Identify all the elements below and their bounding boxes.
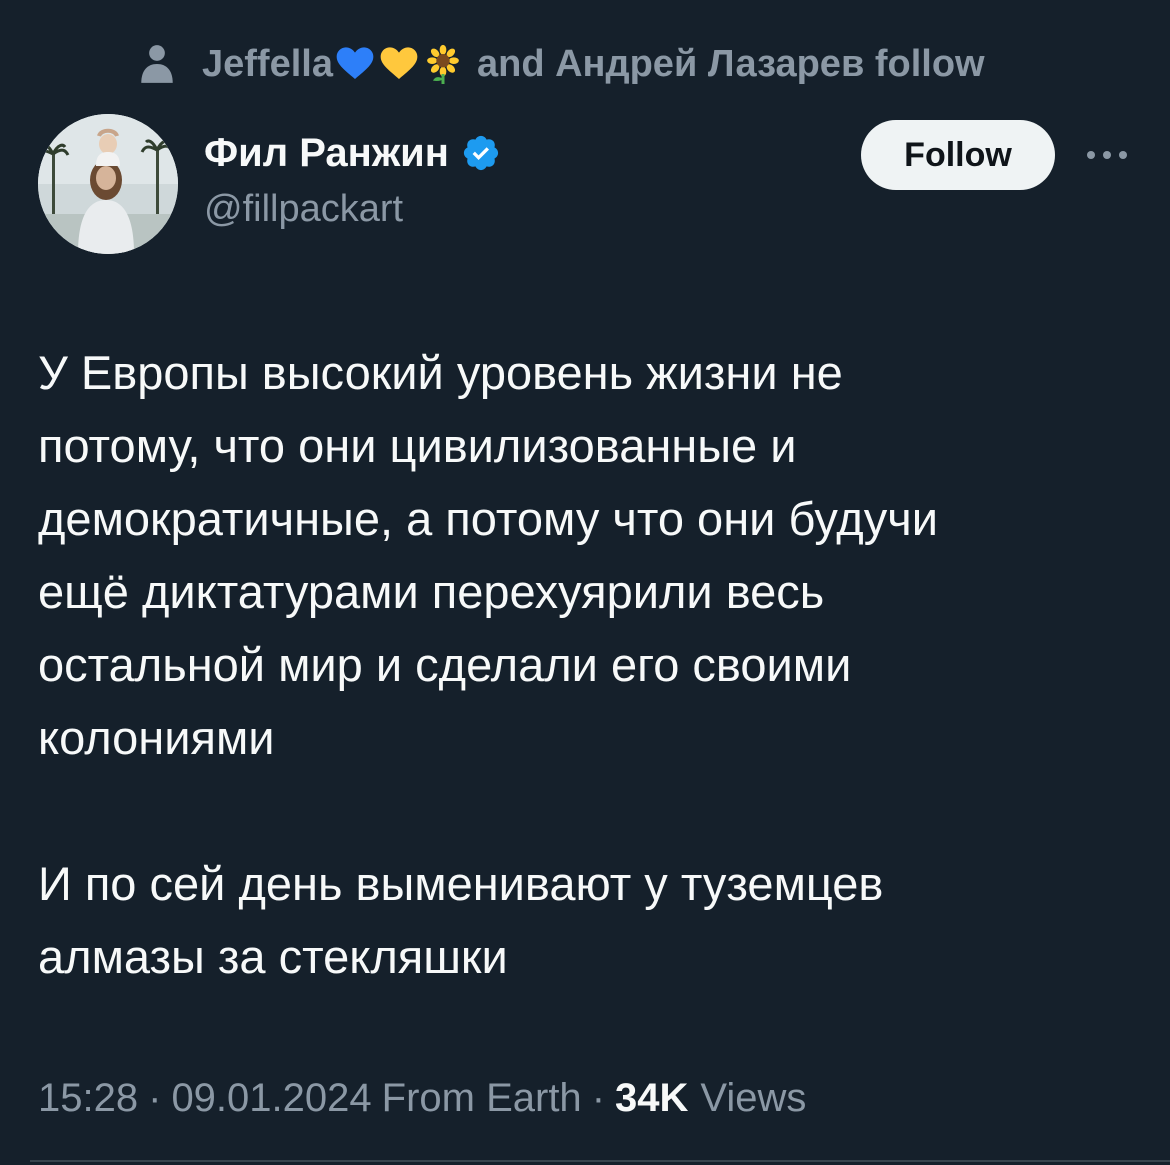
display-name[interactable]: Фил Ранжин <box>204 131 449 176</box>
divider <box>30 1160 1170 1162</box>
views-count[interactable]: 34K <box>615 1076 688 1121</box>
more-dots-icon <box>1087 151 1127 159</box>
yellow-heart-icon <box>380 47 418 79</box>
author-name-row[interactable]: Фил Ранжин <box>204 128 501 178</box>
tweet-metadata: 15:28 · 09.01.2024 From Earth · 34K View… <box>38 1070 806 1126</box>
social-context[interactable]: Jeffella and Андрей Лазарев follow <box>138 38 985 90</box>
sunflower-icon <box>427 44 459 84</box>
tweet-paragraph: У Европы высокий уровень жизни не потому… <box>38 346 938 764</box>
more-options-button[interactable] <box>1082 130 1132 180</box>
tweet-date[interactable]: 09.01.2024 <box>171 1076 371 1121</box>
views-label[interactable]: Views <box>700 1076 806 1121</box>
tweet-paragraph: И по сей день выменивают у туземцев алма… <box>38 857 884 983</box>
person-icon <box>141 45 173 83</box>
tweet-source: From Earth <box>381 1075 582 1120</box>
blue-heart-icon <box>336 47 374 79</box>
verified-badge-icon <box>463 135 499 171</box>
avatar-image <box>38 114 178 254</box>
tweet-time[interactable]: 15:28 <box>38 1076 138 1121</box>
social-context-name: Jeffella <box>202 42 333 85</box>
separator: · <box>148 1075 162 1120</box>
tweet-text: У Европы высокий уровень жизни не потому… <box>38 336 1138 993</box>
separator: · <box>591 1075 606 1120</box>
follow-button[interactable]: Follow <box>861 120 1055 190</box>
avatar[interactable] <box>38 114 178 254</box>
author-handle[interactable]: @fillpackart <box>204 188 403 231</box>
social-context-suffix: and Андрей Лазарев follow <box>476 42 985 85</box>
